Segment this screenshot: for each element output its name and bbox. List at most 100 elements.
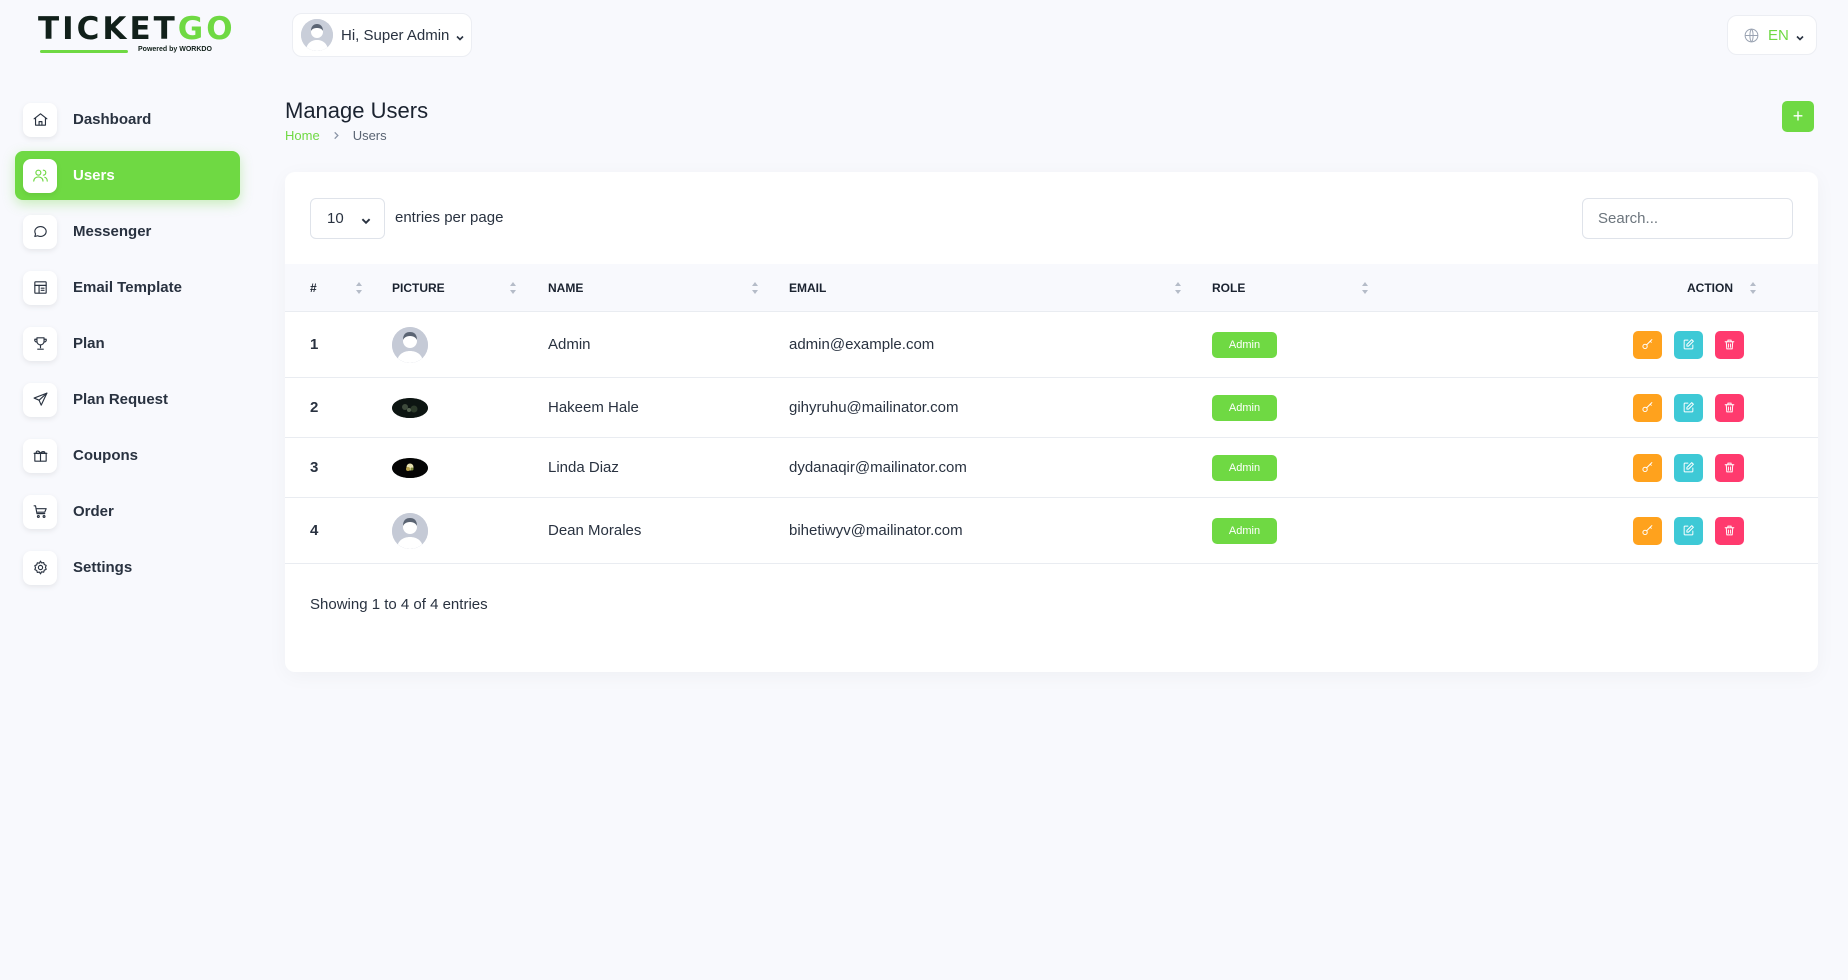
user-picture [392, 397, 428, 418]
chevron-right-icon [332, 129, 341, 143]
row-number: 4 [310, 522, 319, 539]
page-title: Manage Users [285, 98, 429, 123]
trophy-icon [23, 326, 57, 361]
cart-icon [23, 494, 57, 529]
user-name: Hakeem Hale [548, 399, 639, 416]
edit-user-button[interactable] [1674, 453, 1703, 482]
home-icon [23, 102, 57, 137]
user-name: Linda Diaz [548, 459, 619, 476]
edit-icon [1683, 339, 1694, 350]
sidebar-item-coupons[interactable]: Coupons [15, 431, 240, 480]
logo[interactable]: TICKETGO Powered by WORKDO [38, 11, 233, 58]
reset-password-button[interactable] [1633, 393, 1662, 422]
sidebar-item-label: Dashboard [73, 111, 152, 128]
sidebar-item-label: Coupons [73, 447, 138, 464]
sidebar-item-label: Plan [73, 335, 105, 352]
delete-user-button[interactable] [1715, 393, 1744, 422]
row-number: 3 [310, 459, 319, 476]
edit-icon [1683, 462, 1694, 473]
sidebar-item-users[interactable]: Users [15, 151, 240, 200]
user-email: dydanaqir@mailinator.com [789, 459, 967, 476]
sidebar-item-label: Settings [73, 559, 133, 576]
user-email: gihyruhu@mailinator.com [789, 399, 959, 416]
breadcrumb-home-link[interactable]: Home [285, 128, 320, 143]
template-icon [23, 270, 57, 305]
table-row: 4 Dean Morales bihetiwyv@mailinator.com … [285, 498, 1818, 564]
sidebar-item-label: Plan Request [73, 391, 169, 408]
reset-password-button[interactable] [1633, 330, 1662, 359]
edit-user-button[interactable] [1674, 393, 1703, 422]
logo-underline [40, 50, 128, 53]
edit-user-button[interactable] [1674, 330, 1703, 359]
key-icon [1642, 402, 1653, 413]
sidebar-item-label: Users [73, 167, 115, 184]
column-header-email[interactable]: EMAIL [789, 264, 826, 312]
add-user-button[interactable]: + [1782, 101, 1814, 132]
trash-icon [1724, 402, 1735, 413]
edit-user-button[interactable] [1674, 516, 1703, 545]
role-badge: Admin [1212, 331, 1277, 358]
sort-icon [355, 280, 363, 296]
table-row: 2 Hakeem Hale gihyruhu@mailinator.com Ad… [285, 378, 1818, 438]
sidebar-item-label: Messenger [73, 223, 152, 240]
search-input[interactable] [1582, 198, 1793, 239]
user-name: Dean Morales [548, 522, 642, 539]
language-selector[interactable]: EN [1727, 15, 1817, 55]
user-picture [392, 326, 428, 363]
user-email: bihetiwyv@mailinator.com [789, 522, 963, 539]
table-row: 1 Admin admin@example.com Admin [285, 312, 1818, 378]
edit-icon [1683, 402, 1694, 413]
reset-password-button[interactable] [1633, 516, 1662, 545]
users-table-card: 10 entries per page # PICTURE NAME EMAIL… [285, 172, 1818, 672]
user-menu-button[interactable]: Hi, Super Admin [292, 13, 472, 57]
globe-icon [1744, 28, 1759, 42]
trash-icon [1724, 462, 1735, 473]
row-number: 2 [310, 399, 319, 416]
column-header-name[interactable]: NAME [548, 264, 583, 312]
sidebar-item-dashboard[interactable]: Dashboard [15, 95, 240, 144]
sort-icon [751, 280, 759, 296]
role-badge: Admin [1212, 454, 1277, 481]
sidebar-item-email-template[interactable]: Email Template [15, 263, 240, 312]
delete-user-button[interactable] [1715, 516, 1744, 545]
column-header-picture[interactable]: PICTURE [392, 264, 445, 312]
send-icon [23, 382, 57, 417]
logo-tagline: Powered by WORKDO [138, 46, 212, 53]
role-badge: Admin [1212, 517, 1277, 544]
entries-per-page-value: 10 [327, 210, 344, 227]
role-badge: Admin [1212, 394, 1277, 421]
language-code: EN [1768, 26, 1789, 44]
chevron-down-icon [1795, 30, 1805, 41]
row-number: 1 [310, 336, 319, 353]
chat-icon [23, 214, 57, 249]
user-picture [392, 457, 428, 478]
column-header-number[interactable]: # [310, 264, 317, 312]
reset-password-button[interactable] [1633, 453, 1662, 482]
sidebar-item-plan-request[interactable]: Plan Request [15, 375, 240, 424]
entries-per-page-label: entries per page [395, 209, 504, 226]
user-greeting: Hi, Super Admin [341, 26, 450, 44]
column-header-action[interactable]: ACTION [1687, 264, 1733, 312]
logo-text-go: GO [177, 11, 236, 47]
entries-per-page-select[interactable]: 10 [310, 198, 385, 239]
sort-icon [1749, 280, 1757, 296]
trash-icon [1724, 525, 1735, 536]
users-icon [23, 158, 57, 193]
sidebar-item-messenger[interactable]: Messenger [15, 207, 240, 256]
delete-user-button[interactable] [1715, 330, 1744, 359]
table-row: 3 Linda Diaz dydanaqir@mailinator.com Ad… [285, 438, 1818, 498]
logo-text-ticket: TICKET [38, 11, 178, 47]
delete-user-button[interactable] [1715, 453, 1744, 482]
key-icon [1642, 339, 1653, 350]
sidebar: TICKETGO Powered by WORKDO Dashboard Use… [0, 0, 255, 980]
breadcrumb: Home Users [285, 128, 387, 143]
chevron-down-icon [455, 30, 465, 41]
sidebar-nav: Dashboard Users Messenger Email Template… [15, 95, 240, 599]
sidebar-item-settings[interactable]: Settings [15, 543, 240, 592]
key-icon [1642, 525, 1653, 536]
chevron-down-icon [360, 214, 371, 225]
sidebar-item-order[interactable]: Order [15, 487, 240, 536]
sidebar-item-plan[interactable]: Plan [15, 319, 240, 368]
column-header-role[interactable]: ROLE [1212, 264, 1245, 312]
table-info: Showing 1 to 4 of 4 entries [310, 596, 488, 613]
